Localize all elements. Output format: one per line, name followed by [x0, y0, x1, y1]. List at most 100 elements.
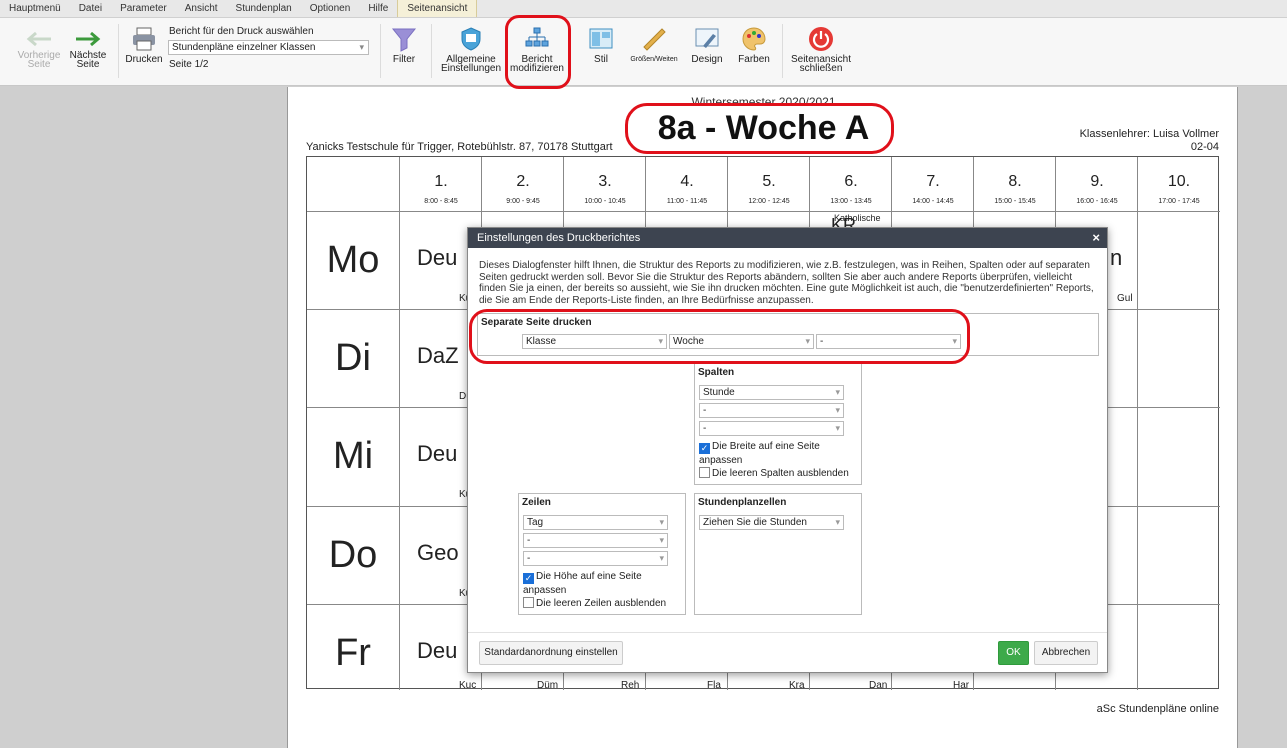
rows-fit-checkbox[interactable]: ✓ Die Höhe auf eine Seite anpassen [523, 570, 642, 597]
default-layout-button[interactable]: Standardanordnung einstellen [479, 641, 623, 665]
columns-section: Spalten Stunde - - ✓Die Breite auf eine … [694, 363, 862, 485]
menu-stundenplan[interactable]: Stundenplan [227, 0, 301, 17]
day-label: Di [335, 337, 371, 379]
period-time: 17:00 - 17:45 [1158, 198, 1200, 205]
period-time: 14:00 - 14:45 [912, 198, 954, 205]
period-number: 3. [598, 173, 612, 190]
checkbox-icon [523, 597, 534, 608]
dialog-description: Dieses Dialogfenster hilft Ihnen, die St… [479, 260, 1094, 306]
teacher-name: Klassenlehrer: Luisa Vollmer [1079, 128, 1219, 140]
class-teacher: Klassenlehrer: Luisa Vollmer 02-04 [1080, 128, 1219, 154]
colors-button[interactable]: Farben [734, 26, 774, 65]
period-time: 16:00 - 16:45 [1076, 198, 1118, 205]
separate-page-section: Separate Seite drucken Klasse Woche - [477, 313, 1099, 356]
page-info: Seite 1/2 [169, 59, 209, 70]
class-room: 02-04 [1190, 141, 1219, 153]
general-settings-button[interactable]: Allgemeine Einstellungen [438, 26, 504, 74]
columns-select-1[interactable]: Stunde [699, 385, 844, 400]
style-button[interactable]: Stil [584, 26, 618, 65]
colors-label: Farben [738, 54, 770, 65]
menu-datei[interactable]: Datei [70, 0, 111, 17]
dialog-title: Einstellungen des Druckberichtes [468, 228, 1107, 248]
shield-icon [461, 27, 481, 51]
columns-select-3[interactable]: - [699, 421, 844, 436]
separate-select-3[interactable]: - [816, 334, 961, 349]
sizes-label: Größen/Weiten [630, 56, 678, 63]
print-button[interactable]: Drucken [122, 26, 166, 65]
separate-select-1[interactable]: Klasse [522, 334, 667, 349]
semester-label: Wintersemester 2020/2021 [691, 95, 836, 109]
lesson-subject: Deu [417, 441, 458, 466]
close-icon[interactable]: × [1092, 228, 1100, 248]
columns-hide-text: Die leeren Spalten ausblenden [712, 468, 849, 479]
menu-hilfe[interactable]: Hilfe [359, 0, 397, 17]
separate-page-label: Separate Seite drucken [481, 317, 592, 328]
rows-label: Zeilen [522, 497, 551, 508]
columns-fit-checkbox[interactable]: ✓ Die Breite auf eine Seite anpassen [699, 440, 820, 467]
columns-hide-checkbox[interactable]: Die leeren Spalten ausblenden [699, 467, 849, 480]
period-time: 9:00 - 9:45 [506, 198, 540, 205]
printer-icon [133, 27, 155, 51]
ruler-icon [643, 28, 666, 51]
menu-seitenansicht[interactable]: Seitenansicht [397, 0, 478, 17]
cancel-button[interactable]: Abbrechen [1034, 641, 1098, 665]
filter-icon [391, 28, 417, 52]
columns-fit-text-2: anpassen [699, 455, 743, 466]
arrow-right-icon [76, 31, 101, 47]
modify-report-button[interactable]: Bericht modifizieren [506, 26, 568, 74]
menu-hauptmenu[interactable]: Hauptmenü [0, 0, 70, 17]
period-header: 7. 14:00 - 14:45 [892, 157, 974, 211]
close-label-2: schließen [799, 63, 843, 74]
day-label: Mo [326, 239, 380, 281]
footer-brand: aSc Stundenpläne online [1096, 703, 1219, 715]
period-header: 6. 13:00 - 13:45 [810, 157, 892, 211]
cells-section: Stundenplanzellen Ziehen Sie die Stunden [694, 493, 862, 615]
cells-select[interactable]: Ziehen Sie die Stunden [699, 515, 844, 530]
design-button[interactable]: Design [688, 26, 726, 65]
report-select[interactable]: Stundenpläne einzelner Klassen [168, 40, 369, 55]
next-page-button[interactable]: Nächste Seite [64, 30, 112, 70]
ok-button[interactable]: OK [998, 641, 1029, 665]
toolbar: Vorherige Seite Nächste Seite Drucken Be… [0, 18, 1287, 86]
lesson-teacher: Kra [789, 680, 805, 691]
sizes-button[interactable]: Größen/Weiten [626, 26, 682, 64]
prev-page-button[interactable]: Vorherige Seite [14, 30, 64, 70]
checkbox-icon [699, 467, 710, 478]
filter-label: Filter [392, 54, 416, 65]
menu-parameter[interactable]: Parameter [111, 0, 176, 17]
palette-icon [742, 27, 766, 51]
period-number: 7. [926, 173, 940, 190]
lesson-teacher: Har [953, 680, 970, 691]
rows-select-3[interactable]: - [523, 551, 668, 566]
print-report-settings-dialog: Einstellungen des Druckberichtes × Diese… [467, 227, 1108, 673]
lesson-subject: DaZ [417, 343, 459, 368]
menu-optionen[interactable]: Optionen [301, 0, 360, 17]
period-number: 9. [1090, 173, 1104, 190]
period-number: 8. [1008, 173, 1022, 190]
period-number: 1. [434, 173, 448, 190]
close-preview-button[interactable]: Seitenansicht schließen [788, 26, 854, 74]
period-number: 6. [844, 173, 858, 190]
period-time: 15:00 - 15:45 [994, 198, 1036, 205]
period-number: 10. [1167, 173, 1191, 190]
rows-select-2[interactable]: - [523, 533, 668, 548]
lesson-teacher: Düm [537, 680, 559, 691]
lesson-subject: n [1110, 245, 1123, 270]
period-header: 9. 16:00 - 16:45 [1056, 157, 1138, 211]
filter-button[interactable]: Filter [385, 26, 423, 65]
period-header: 8. 15:00 - 15:45 [974, 157, 1056, 211]
menu-ansicht[interactable]: Ansicht [176, 0, 227, 17]
menu-bar: Hauptmenü Datei Parameter Ansicht Stunde… [0, 0, 1287, 18]
cells-label: Stundenplanzellen [698, 497, 787, 508]
lesson-subject: Deu [417, 245, 458, 270]
period-time: 12:00 - 12:45 [748, 198, 790, 205]
rows-hide-checkbox[interactable]: Die leeren Zeilen ausblenden [523, 597, 666, 610]
period-time: 13:00 - 13:45 [830, 198, 872, 205]
rows-select-1[interactable]: Tag [523, 515, 668, 530]
columns-select-2[interactable]: - [699, 403, 844, 418]
period-time: 10:00 - 10:45 [584, 198, 626, 205]
separate-select-2[interactable]: Woche [669, 334, 814, 349]
period-header: 2. 9:00 - 9:45 [482, 157, 564, 211]
period-header: 1. 8:00 - 8:45 [400, 157, 482, 211]
layout-icon [589, 28, 613, 49]
